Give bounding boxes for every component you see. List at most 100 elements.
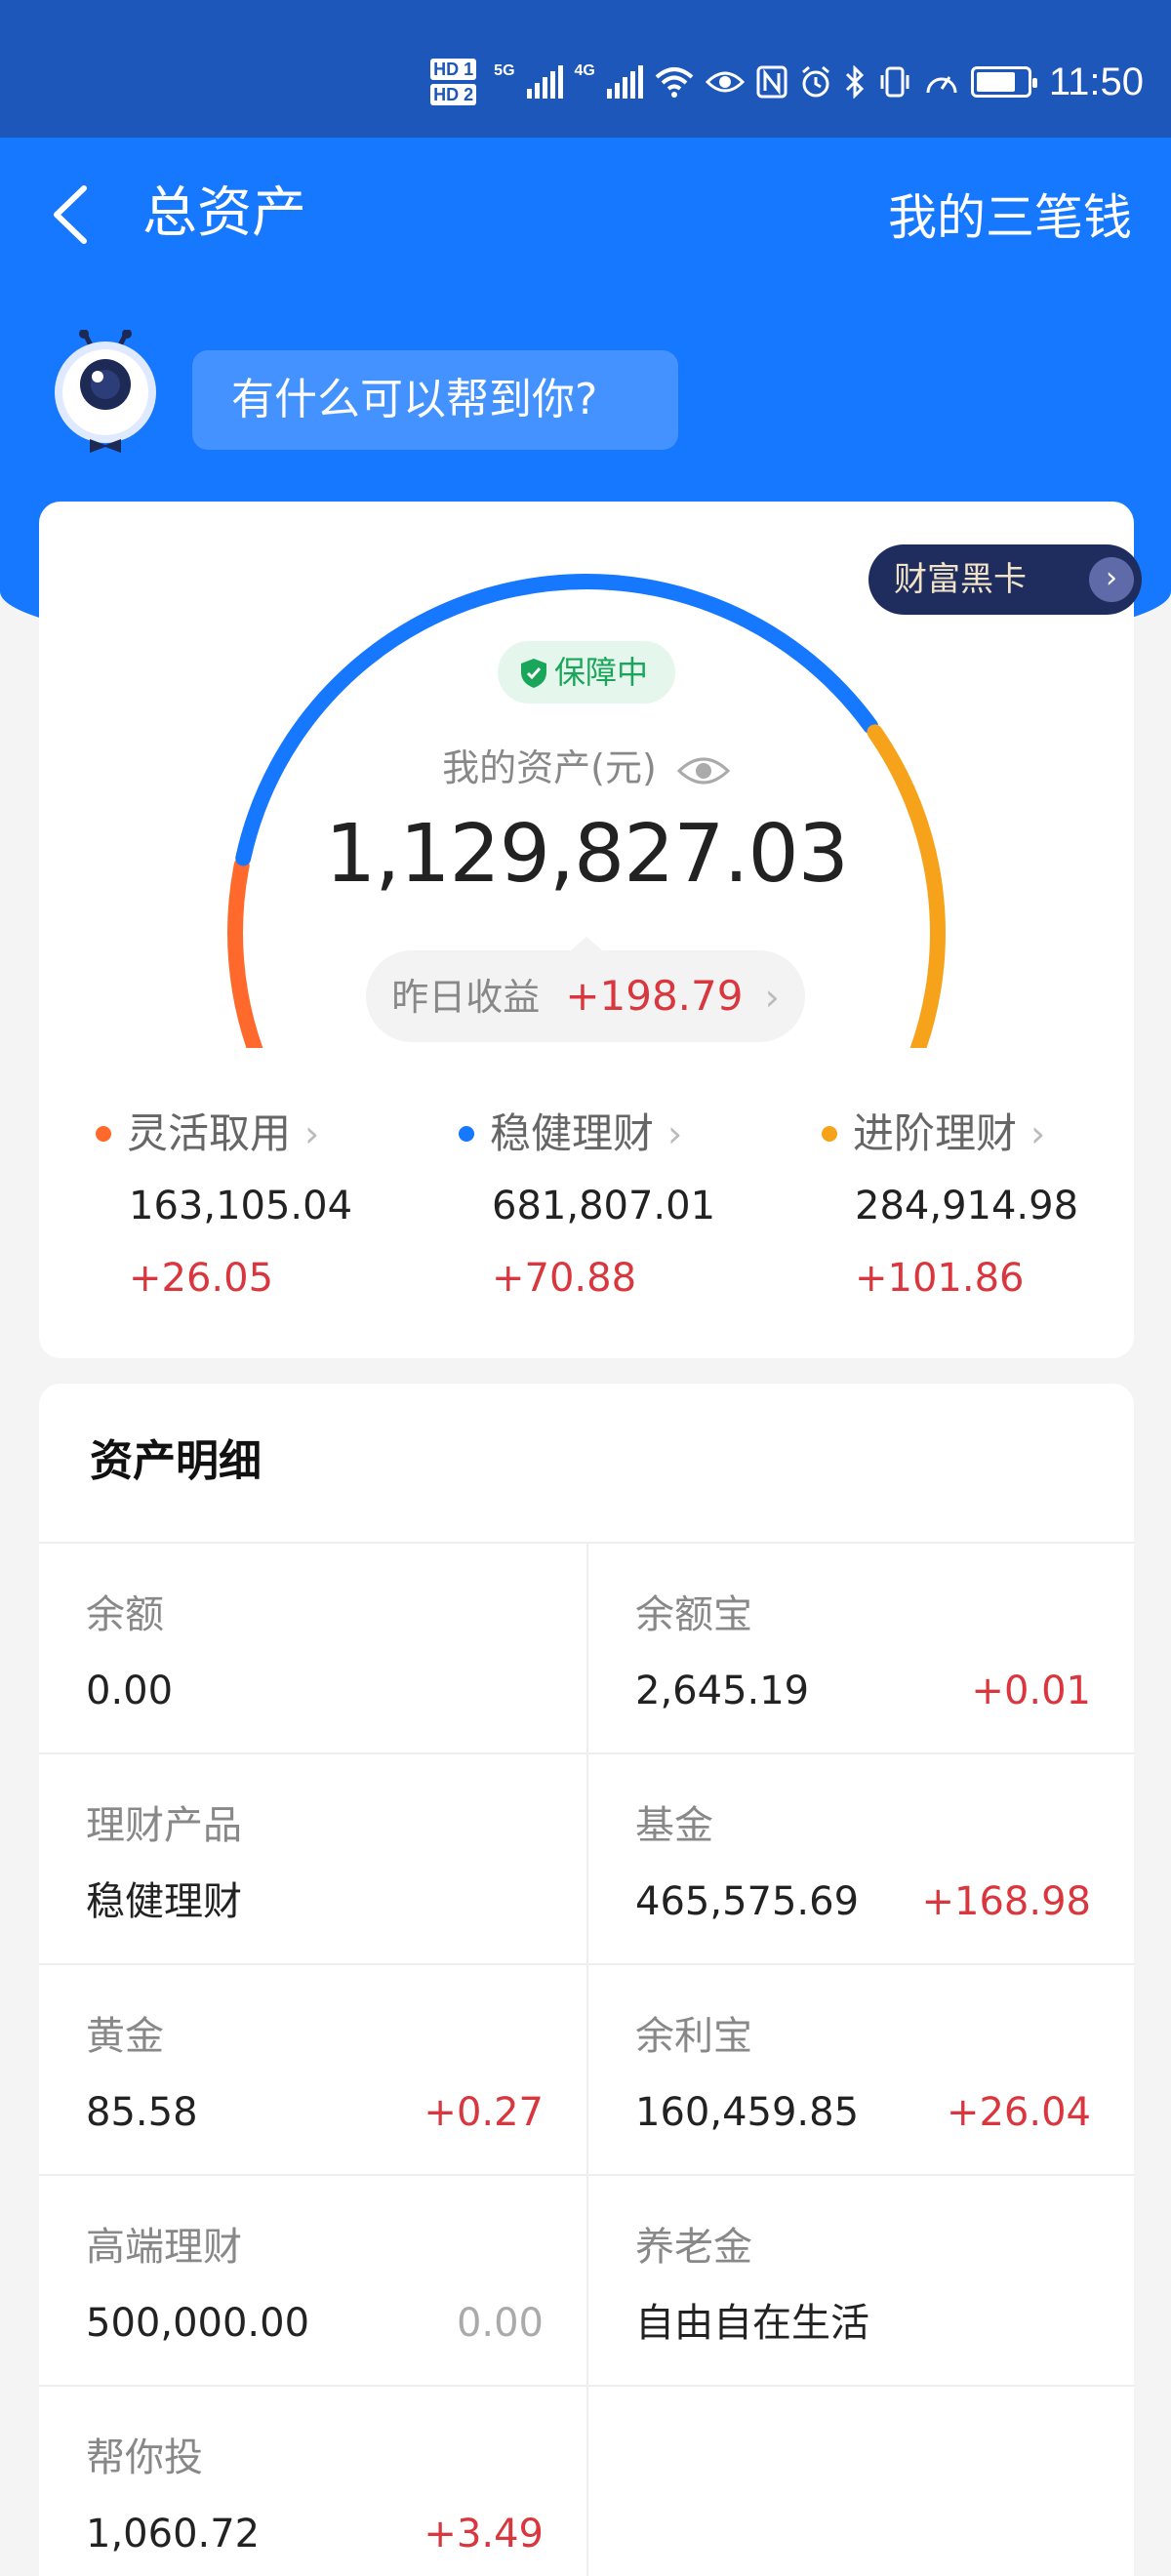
signal-icon (526, 65, 563, 99)
asset-detail-grid: 余额 0.00 余额宝 2,645.19 +0.01 理财产品 稳健理财 基金 … (39, 1542, 1134, 2576)
cell-value: 稳健理财 (86, 1879, 242, 1924)
eye-toggle-icon[interactable] (676, 753, 731, 788)
category-head: 稳健理财 › (402, 1107, 753, 1161)
detail-cell-balance[interactable]: 余额 0.00 (39, 1544, 586, 1752)
total-assets-value: 1,129,827.03 (325, 808, 849, 901)
network-type-label: 5G (494, 62, 515, 79)
detail-cell-yulibao[interactable]: 余利宝 160,459.85 +26.04 (586, 1965, 1134, 2174)
cell-change: +168.98 (921, 1879, 1091, 1924)
cell-label: 黄金 (86, 2014, 164, 2059)
wifi-icon (655, 67, 694, 98)
signal2-icon (606, 65, 643, 99)
cell-change: +0.01 (971, 1669, 1091, 1713)
eye-comfort-icon (705, 71, 745, 93)
alarm-icon (801, 65, 829, 98)
status-icons: HD 1 HD 2 5G 4G 11:50 (430, 57, 1144, 107)
cell-value: 160,459.85 (635, 2090, 860, 2135)
page-title: 总资产 (142, 181, 306, 245)
hd1-badge: HD 1 (430, 59, 477, 80)
cell-value: 1,060.72 (86, 2512, 261, 2556)
detail-cell-help-invest[interactable]: 帮你投 1,060.72 +3.49 (39, 2387, 586, 2576)
yesterday-earnings-value: +198.79 (565, 972, 744, 1020)
cell-label: 理财产品 (86, 1803, 242, 1848)
cell-label: 基金 (635, 1803, 713, 1848)
bluetooth-icon (845, 65, 864, 99)
cell-label: 余额 (86, 1592, 164, 1637)
category-dot-icon (822, 1126, 837, 1142)
chevron-right-icon: › (667, 1112, 683, 1155)
cell-label: 余利宝 (635, 2014, 752, 2059)
assistant-prompt-bubble[interactable]: 有什么可以帮到你? (192, 350, 678, 450)
wealth-black-card-button[interactable]: 财富黑卡 › (868, 544, 1142, 615)
nfc-icon (756, 65, 787, 99)
wealth-black-card-label: 财富黑卡 (894, 560, 1027, 599)
category-amount: 163,105.04 (129, 1184, 353, 1228)
category-name: 灵活取用 (127, 1109, 292, 1157)
cell-change: +3.49 (424, 2512, 544, 2556)
detail-cell-premium-wealth[interactable]: 高端理财 500,000.00 0.00 (39, 2176, 586, 2385)
chevron-right-icon: › (764, 976, 780, 1019)
cell-change: +0.27 (424, 2090, 544, 2135)
my-assets-label: 我的资产(元) (442, 746, 657, 789)
category-flexible[interactable]: 灵活取用 › 163,105.04 +26.05 (39, 1107, 390, 1306)
chevron-right-icon: › (1089, 557, 1134, 602)
asset-detail-title: 资产明细 (90, 1436, 262, 1486)
my-assets-label-row: 我的资产(元) (39, 744, 1134, 792)
category-name: 进阶理财 (853, 1109, 1018, 1157)
detail-row: 高端理财 500,000.00 0.00 养老金 自由自在生活 (39, 2176, 1134, 2387)
cell-value: 85.58 (86, 2090, 198, 2135)
speed-icon (926, 76, 957, 94)
my-three-funds-link[interactable]: 我的三笔钱 (888, 183, 1132, 252)
hd-indicator: HD 1 HD 2 (430, 57, 477, 107)
cell-label: 帮你投 (86, 2435, 203, 2480)
hd2-badge: HD 2 (430, 84, 477, 105)
cell-change: +26.04 (946, 2090, 1091, 2135)
protection-status-badge[interactable]: 保障中 (498, 641, 675, 704)
category-dot-icon (96, 1126, 111, 1142)
chevron-right-icon: › (304, 1112, 320, 1155)
cell-value: 465,575.69 (635, 1879, 860, 1924)
detail-row: 帮你投 1,060.72 +3.49 (39, 2387, 1134, 2576)
battery-icon (970, 66, 1037, 98)
detail-cell-yuebao[interactable]: 余额宝 2,645.19 +0.01 (586, 1544, 1134, 1752)
detail-cell-pension[interactable]: 养老金 自由自在生活 (586, 2176, 1134, 2385)
detail-row: 理财产品 稳健理财 基金 465,575.69 +168.98 (39, 1754, 1134, 1965)
vibrate-icon (880, 66, 909, 98)
category-name: 稳健理财 (490, 1109, 655, 1157)
category-change: +26.05 (129, 1256, 274, 1301)
back-arrow-icon[interactable] (47, 181, 96, 249)
cell-label: 高端理财 (86, 2225, 242, 2270)
category-head: 进阶理财 › (765, 1107, 1116, 1161)
category-dot-icon (459, 1126, 474, 1142)
detail-cell-funds[interactable]: 基金 465,575.69 +168.98 (586, 1754, 1134, 1963)
detail-row: 黄金 85.58 +0.27 余利宝 160,459.85 +26.04 (39, 1965, 1134, 2176)
cell-value: 自由自在生活 (635, 2301, 869, 2346)
detail-cell-empty (586, 2387, 1134, 2576)
assets-summary-card: 财富黑卡 › 保障中 我的资产(元) 1,129,827.03 昨日收益 +19… (39, 502, 1142, 1358)
network2-type-label: 4G (574, 62, 595, 79)
category-advanced[interactable]: 进阶理财 › 284,914.98 +101.86 (765, 1107, 1116, 1306)
yesterday-earnings-label: 昨日收益 (391, 976, 541, 1019)
status-time: 11:50 (1048, 60, 1144, 103)
category-change: +101.86 (855, 1256, 1025, 1301)
category-amount: 284,914.98 (855, 1184, 1079, 1228)
asset-detail-card: 资产明细 余额 0.00 余额宝 2,645.19 +0.01 理财产品 稳健理… (39, 1384, 1134, 2576)
cell-value: 0.00 (86, 1669, 174, 1713)
yesterday-earnings-button[interactable]: 昨日收益 +198.79 › (366, 937, 805, 1042)
cell-value: 2,645.19 (635, 1669, 810, 1713)
protection-badge-label: 保障中 (553, 654, 648, 691)
category-change: +70.88 (492, 1256, 637, 1301)
assistant-mascot-avatar[interactable] (51, 330, 160, 457)
category-stable[interactable]: 稳健理财 › 681,807.01 +70.88 (402, 1107, 753, 1306)
cell-value: 500,000.00 (86, 2301, 310, 2346)
shield-check-icon (521, 659, 546, 688)
cell-label: 养老金 (635, 2225, 752, 2270)
category-head: 灵活取用 › (39, 1107, 390, 1161)
detail-cell-gold[interactable]: 黄金 85.58 +0.27 (39, 1965, 586, 2174)
category-amount: 681,807.01 (492, 1184, 716, 1228)
detail-row: 余额 0.00 余额宝 2,645.19 +0.01 (39, 1544, 1134, 1754)
chevron-right-icon: › (1030, 1112, 1046, 1155)
detail-cell-wealth-products[interactable]: 理财产品 稳健理财 (39, 1754, 586, 1963)
cell-change: 0.00 (456, 2301, 544, 2346)
cell-label: 余额宝 (635, 1592, 752, 1637)
